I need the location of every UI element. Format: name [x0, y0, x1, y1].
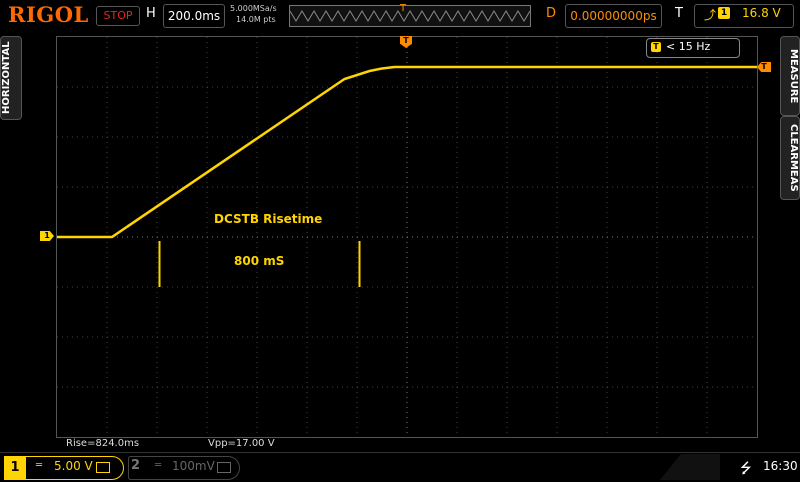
memory-depth: 14.0M pts — [236, 15, 276, 24]
ch2-vertical-scale: 100mV — [172, 459, 215, 473]
rising-edge-icon: ⤴ — [704, 8, 717, 22]
dc-coupling-icon: ═ — [36, 460, 43, 471]
bandwidth-limit-icon — [217, 462, 231, 473]
ch1-vertical-scale: 5.00 V — [54, 459, 93, 473]
delay-label: D — [546, 6, 557, 21]
memory-overview-wave — [290, 10, 530, 22]
ch1-offset-marker[interactable]: 1 — [40, 231, 54, 241]
timebase-value[interactable]: 200.0ms — [163, 4, 225, 28]
vpp-measurement: Vpp=17.00 V — [208, 438, 275, 449]
waveform-display[interactable] — [56, 36, 758, 438]
frequency-value: < 15 Hz — [666, 40, 711, 53]
memory-trigger-marker: T — [400, 3, 407, 14]
memory-overview-strip[interactable] — [289, 5, 531, 27]
rise-time-measurement: Rise=824.0ms — [66, 438, 140, 449]
clear-measure-tab[interactable]: CLEARMEAS — [780, 116, 800, 200]
delay-value[interactable]: 0.00000000ps — [565, 4, 662, 28]
system-clock: 16:30 — [763, 459, 798, 473]
ch1-number: 1 — [4, 456, 26, 480]
annotation-duration: 800 mS — [234, 254, 285, 268]
trigger-label: T — [675, 6, 683, 21]
grid-lines — [57, 37, 757, 437]
horizontal-label: H — [146, 6, 156, 21]
trigger-level-value: 16.8 V — [742, 6, 781, 20]
horizontal-menu-tab[interactable]: HORIZONTAL — [0, 36, 22, 120]
bandwidth-limit-icon — [96, 462, 110, 473]
measure-menu-tab[interactable]: MEASURE — [780, 36, 800, 116]
annotation-title: DCSTB Risetime — [214, 212, 323, 226]
ch2-number: 2 — [131, 458, 141, 473]
run-stop-status[interactable]: STOP — [96, 6, 140, 26]
trigger-source-badge: 1 — [718, 7, 730, 19]
trigger-icon: T — [651, 42, 661, 52]
brand-logo: RIGOL — [8, 2, 89, 27]
usb-icon: ⭍ — [740, 461, 752, 477]
trigger-level-marker[interactable]: T — [757, 62, 771, 72]
dc-coupling-icon: ═ — [155, 460, 162, 471]
sample-rate: 5.000MSa/s — [230, 4, 277, 13]
